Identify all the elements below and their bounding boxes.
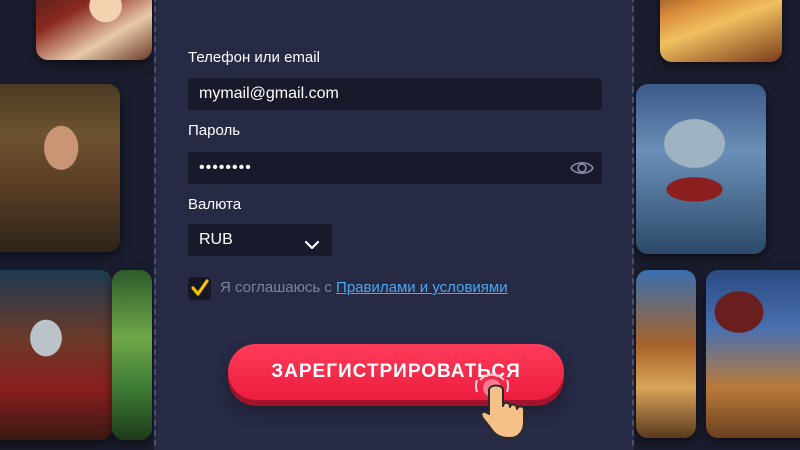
- currency-select[interactable]: RUB: [188, 224, 332, 256]
- terms-link[interactable]: Правилами и условиями: [336, 279, 508, 296]
- password-input[interactable]: ••••••••: [188, 152, 602, 184]
- game-tile-image: [636, 270, 696, 438]
- password-value: ••••••••: [199, 159, 252, 176]
- checkmark-icon: [191, 279, 209, 296]
- agree-text: Я соглашаюсь с Правилами и условиями: [220, 279, 508, 296]
- currency-label: Валюта: [188, 196, 242, 213]
- hand-pointer-icon: [474, 373, 525, 439]
- game-tile-image: [112, 270, 152, 440]
- login-label: Телефон или email: [188, 49, 320, 66]
- game-tile-image: [0, 270, 112, 440]
- password-label: Пароль: [188, 122, 241, 139]
- game-tile-image: [636, 84, 766, 254]
- login-input[interactable]: mymail@gmail.com: [188, 78, 602, 110]
- chevron-down-icon: [304, 232, 320, 250]
- game-tile-image: [706, 270, 800, 438]
- registration-form: Телефон или email mymail@gmail.com Парол…: [154, 0, 634, 450]
- agree-prefix: Я соглашаюсь с: [220, 279, 337, 296]
- game-tile-image: [36, 0, 152, 60]
- eye-icon[interactable]: [570, 158, 594, 178]
- currency-value: RUB: [199, 231, 233, 248]
- agree-checkbox[interactable]: [188, 277, 211, 300]
- game-tile-image: [0, 84, 120, 252]
- game-tile-image: [660, 0, 782, 62]
